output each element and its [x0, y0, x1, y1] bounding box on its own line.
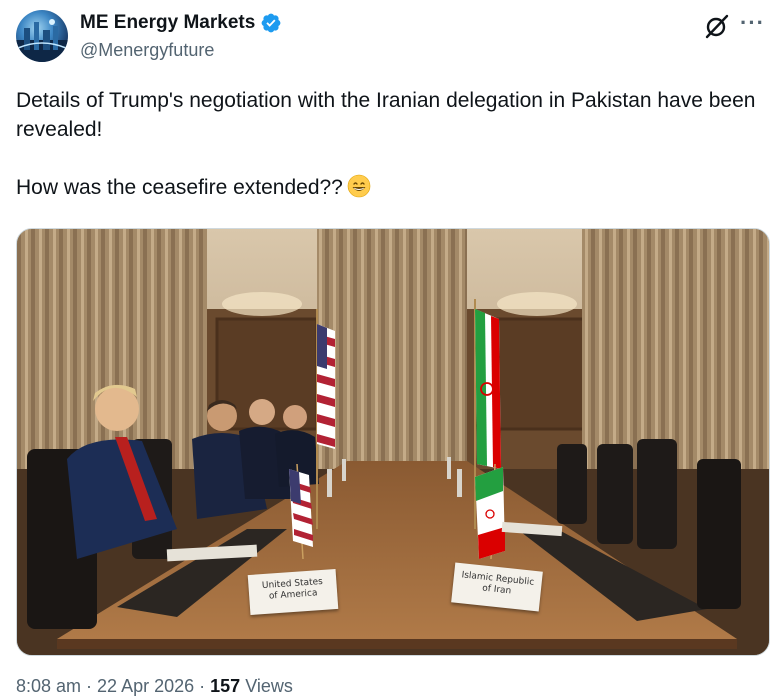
- grinning-face-emoji-icon: [347, 174, 371, 198]
- tweet-media-image[interactable]: United States of America Islamic Republi…: [16, 228, 770, 656]
- display-name[interactable]: ME Energy Markets: [80, 12, 255, 34]
- iran-flag-standing: [475, 309, 501, 469]
- views-label: Views: [240, 676, 293, 696]
- timestamp-date[interactable]: 22 Apr 2026: [97, 676, 194, 696]
- negotiation-room-photo: [17, 229, 769, 655]
- grok-icon[interactable]: [703, 12, 731, 40]
- tweet-text-line-2-text: How was the ceasefire extended??: [16, 176, 343, 199]
- tweet-text-line-2: How was the ceasefire extended??: [16, 173, 756, 202]
- tweet-text: Details of Trump's negotiation with the …: [16, 86, 756, 202]
- tweet-text-line-1: Details of Trump's negotiation with the …: [16, 89, 756, 141]
- placard-us: United States of America: [247, 568, 339, 616]
- more-icon[interactable]: ···: [740, 10, 765, 36]
- handle[interactable]: @Menergyfuture: [80, 40, 214, 61]
- avatar-image: [16, 19, 68, 62]
- name-row: ME Energy Markets: [80, 12, 282, 34]
- timestamp-time[interactable]: 8:08 am: [16, 676, 81, 696]
- tweet: ME Energy Markets @Menergyfuture ··· Det…: [0, 0, 777, 696]
- tweet-meta: 8:08 am · 22 Apr 2026 · 157 Views: [16, 676, 293, 697]
- meta-separator: ·: [81, 676, 98, 696]
- views-count: 157: [210, 676, 241, 696]
- us-flag-standing: [317, 324, 335, 449]
- iran-flag-table: [475, 467, 505, 559]
- avatar[interactable]: [16, 10, 68, 62]
- meta-separator-2: ·: [194, 676, 211, 696]
- verified-badge-icon[interactable]: [260, 12, 282, 34]
